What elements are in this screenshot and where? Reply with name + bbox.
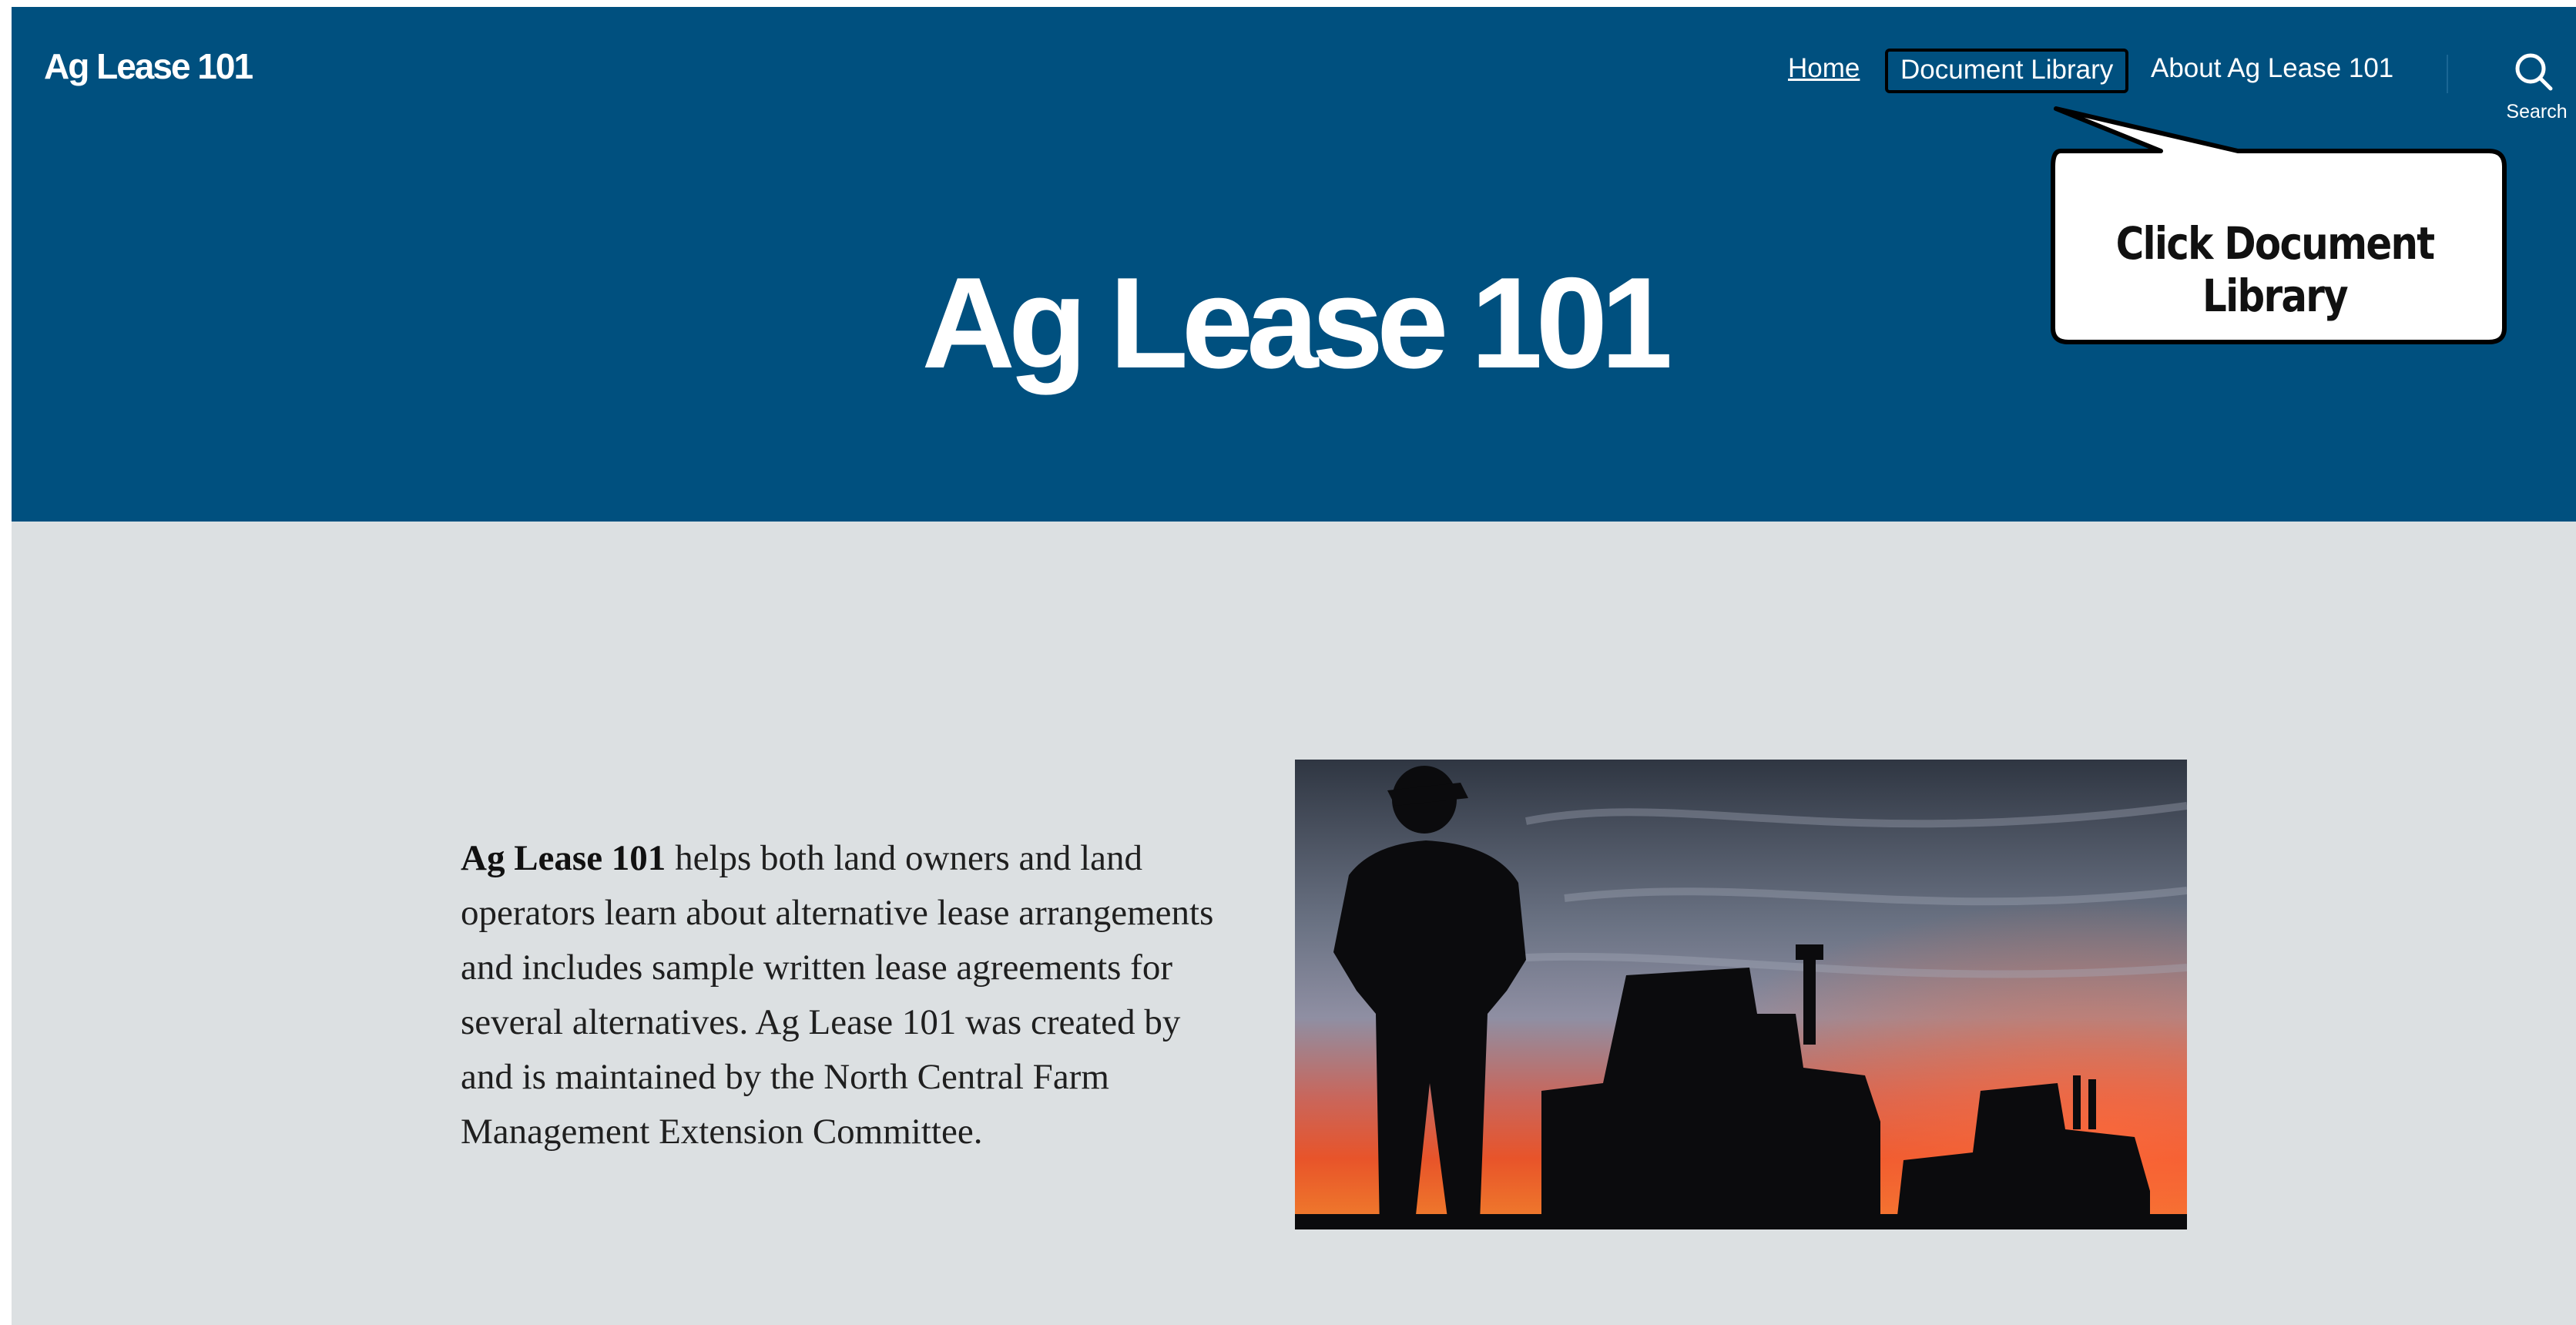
intro-paragraph: Ag Lease 101 helps both land owners and … [461, 831, 1231, 1159]
intro-bold-title: Ag Lease 101 [461, 838, 666, 878]
nav-about-link[interactable]: About Ag Lease 101 [2151, 53, 2393, 84]
primary-nav: Home Document Library About Ag Lease 101 [12, 39, 2576, 101]
annotation-callout: Click Document Library [2038, 102, 2515, 348]
nav-document-library-link[interactable]: Document Library [1885, 49, 2129, 93]
page: Ag Lease 101 Home Document Library About… [12, 7, 2576, 1325]
farmer-tractor-sunset-image [1295, 760, 2187, 1229]
nav-home-link[interactable]: Home [1788, 53, 1860, 84]
search-icon [2515, 53, 2553, 91]
intro-body-text: helps both land owners and land operator… [461, 838, 1214, 1152]
callout-text: Click Document Library [2115, 217, 2435, 322]
nav-divider [2447, 55, 2448, 93]
